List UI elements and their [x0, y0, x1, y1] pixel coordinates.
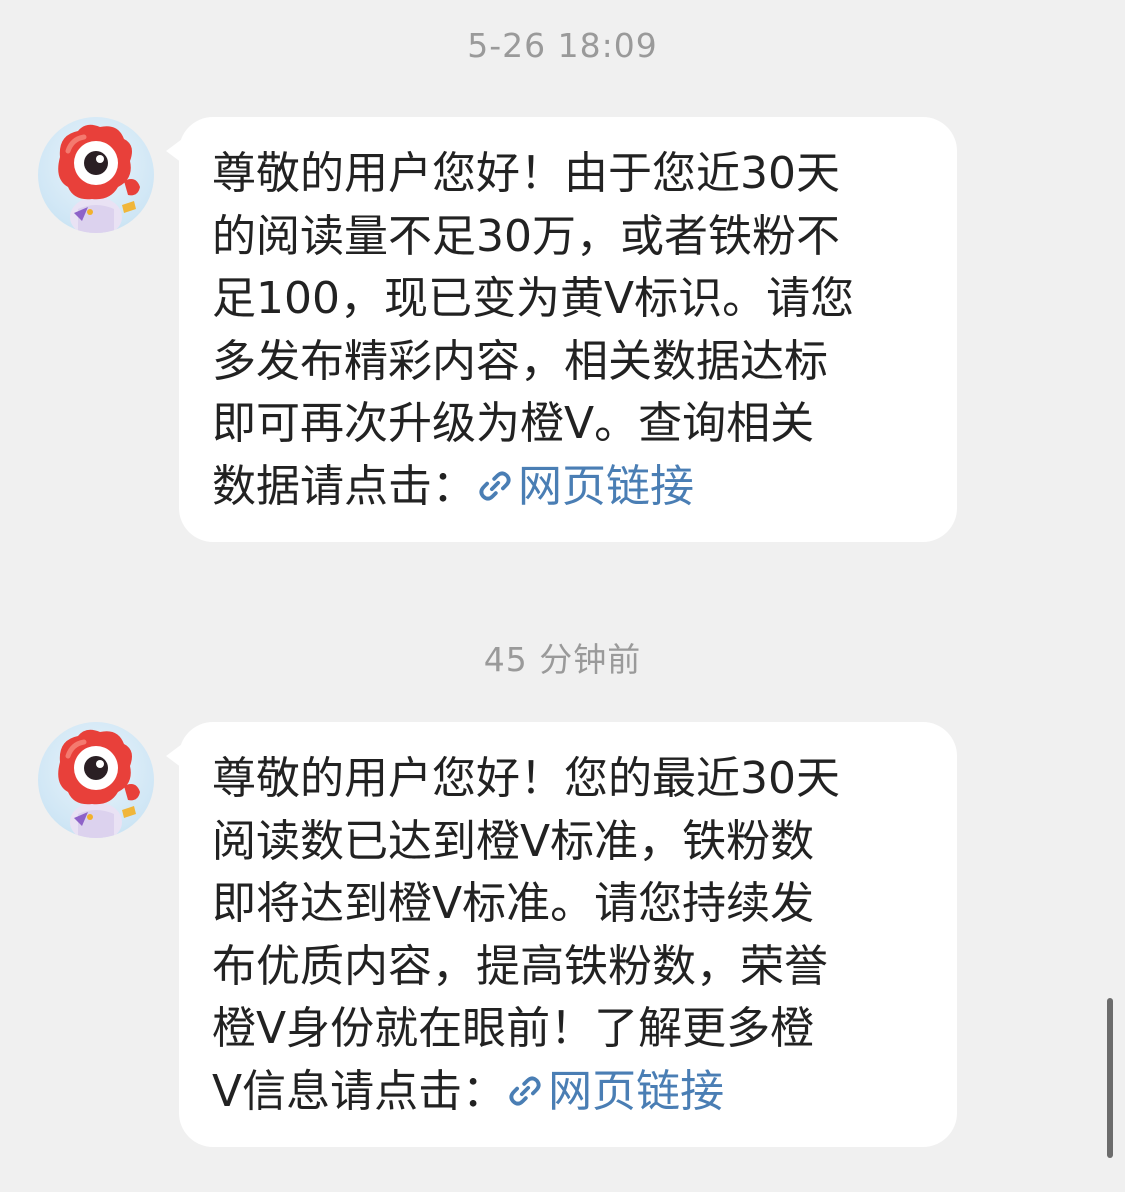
- web-link[interactable]: 网页链接: [476, 461, 694, 512]
- scrollbar[interactable]: [1107, 998, 1113, 1158]
- link-icon: [479, 470, 511, 501]
- sender-avatar[interactable]: [38, 722, 154, 838]
- message-timestamp: 5-26 18:09: [467, 26, 658, 65]
- weibo-mascot-avatar-icon: [58, 729, 140, 838]
- web-link[interactable]: 网页链接: [506, 1066, 724, 1117]
- web-link-label[interactable]: 网页链接: [518, 461, 694, 512]
- web-link-label[interactable]: 网页链接: [548, 1066, 724, 1117]
- sender-avatar[interactable]: [38, 117, 154, 233]
- message-timestamp: 45 分钟前: [483, 640, 642, 679]
- message-bubble: 尊敬的用户您好！您的最近30天 阅读数已达到橙V标准，铁粉数 即将达到橙V标准。…: [166, 722, 957, 1147]
- message-text: 尊敬的用户您好！您的最近30天 阅读数已达到橙V标准，铁粉数 即将达到橙V标准。…: [212, 753, 840, 1117]
- message-bubble: 尊敬的用户您好！由于您近30天 的阅读量不足30万，或者铁粉不 足100，现已变…: [166, 117, 957, 542]
- weibo-mascot-avatar-icon: [58, 124, 140, 233]
- link-icon: [509, 1075, 541, 1106]
- message-text: 尊敬的用户您好！由于您近30天 的阅读量不足30万，或者铁粉不 足100，现已变…: [212, 148, 855, 512]
